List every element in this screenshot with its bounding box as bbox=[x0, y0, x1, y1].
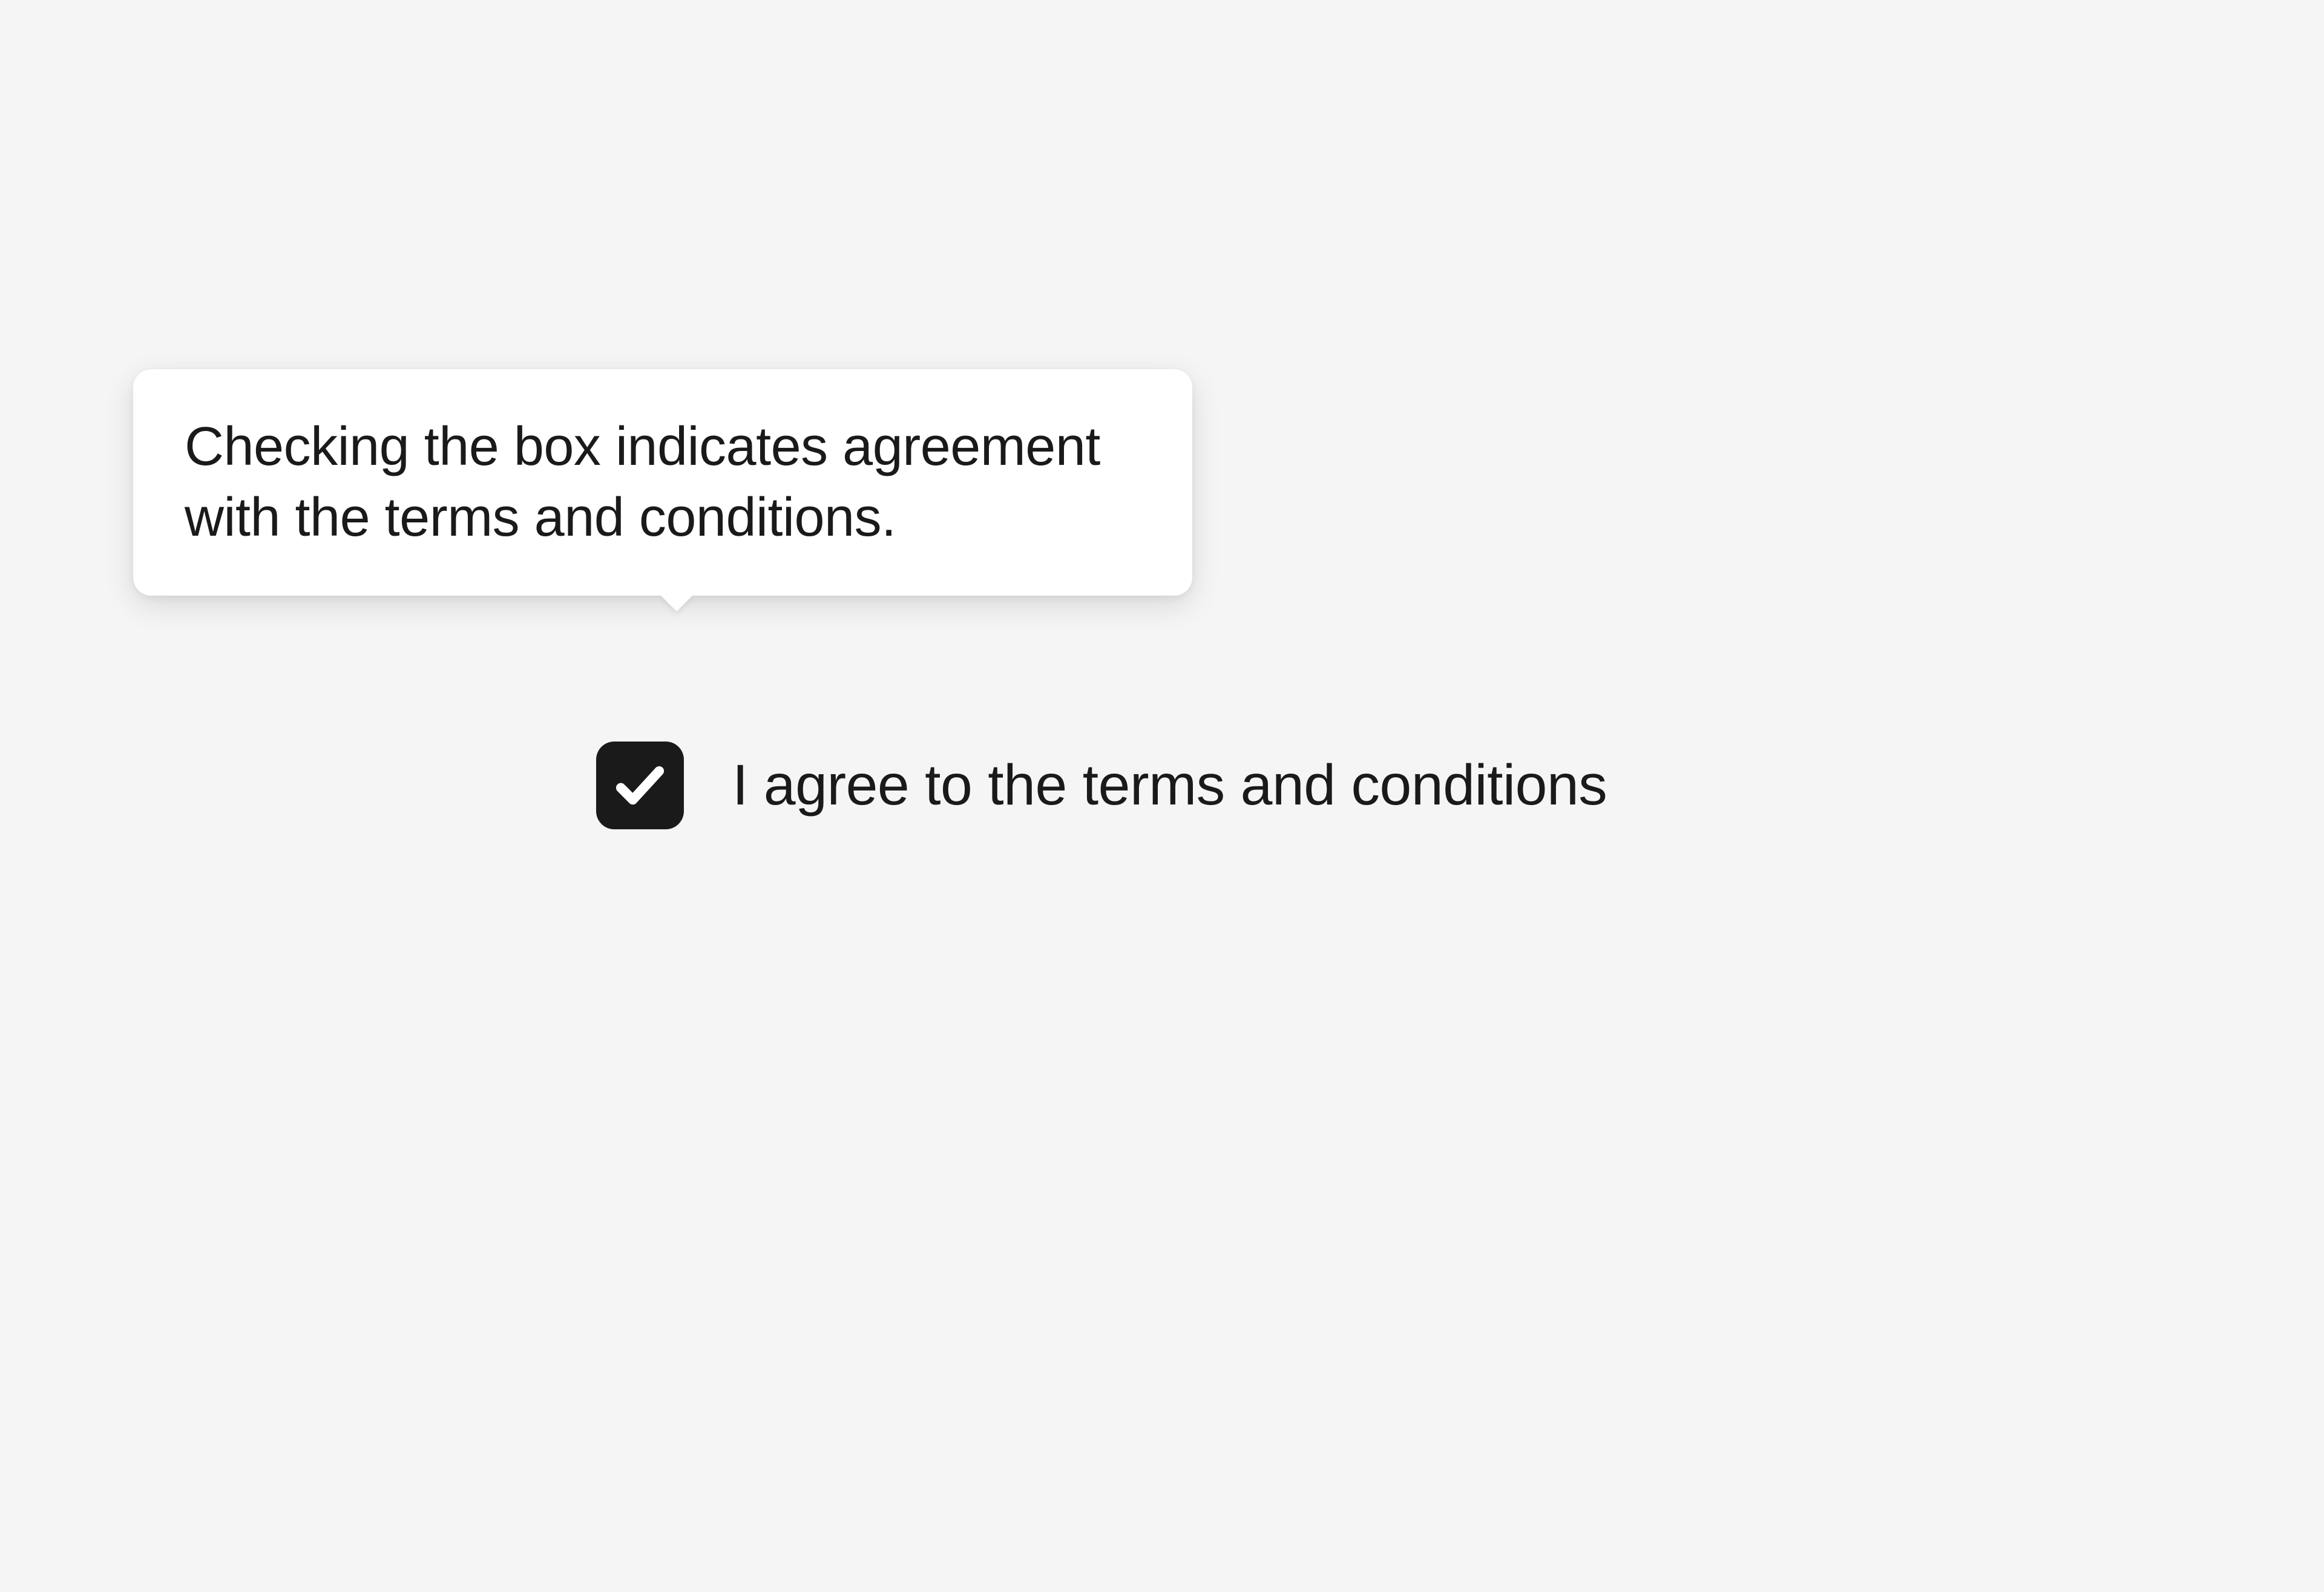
tooltip-arrow-icon bbox=[660, 594, 694, 611]
tooltip-text: Checking the box indicates agreement wit… bbox=[185, 416, 1100, 548]
terms-checkbox-row: I agree to the terms and conditions bbox=[596, 742, 1607, 829]
terms-checkbox-label: I agree to the terms and conditions bbox=[732, 752, 1607, 818]
tooltip: Checking the box indicates agreement wit… bbox=[133, 369, 1192, 596]
check-icon bbox=[611, 757, 669, 814]
terms-checkbox[interactable] bbox=[596, 742, 684, 829]
